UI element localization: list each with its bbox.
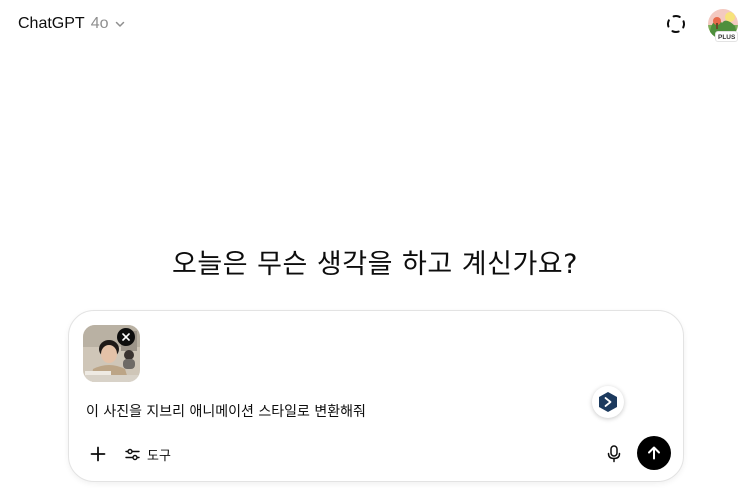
dashed-circle-icon	[665, 13, 687, 35]
message-composer: 이 사진을 지브리 애니메이션 스타일로 변환해줘 도구	[68, 310, 684, 482]
extension-button[interactable]	[592, 386, 624, 418]
remove-attachment-button[interactable]	[117, 328, 135, 346]
top-bar: ChatGPT 4o PLUS	[0, 0, 750, 48]
model-version: 4o	[90, 15, 109, 32]
tools-label: 도구	[147, 448, 171, 464]
welcome-headline: 오늘은 무슨 생각을 하고 계신가요?	[172, 249, 578, 280]
add-button[interactable]	[84, 440, 112, 468]
plan-badge: PLUS	[715, 31, 739, 42]
extension-badge-icon	[597, 391, 619, 413]
tools-button[interactable]: 도구	[119, 440, 177, 468]
close-icon	[122, 333, 130, 341]
model-switcher[interactable]: ChatGPT 4o	[10, 11, 134, 37]
send-button[interactable]	[637, 436, 671, 470]
sliders-icon	[125, 447, 140, 462]
dictation-button[interactable]	[600, 440, 628, 468]
microphone-icon	[606, 445, 622, 463]
model-name: ChatGPT	[18, 15, 85, 32]
prompt-input[interactable]: 이 사진을 지브리 애니메이션 스타일로 변환해줘	[86, 401, 366, 421]
arrow-up-icon	[646, 445, 662, 461]
temporary-chat-button[interactable]	[662, 10, 690, 38]
plus-icon	[90, 446, 106, 462]
chevron-down-icon	[114, 18, 126, 30]
